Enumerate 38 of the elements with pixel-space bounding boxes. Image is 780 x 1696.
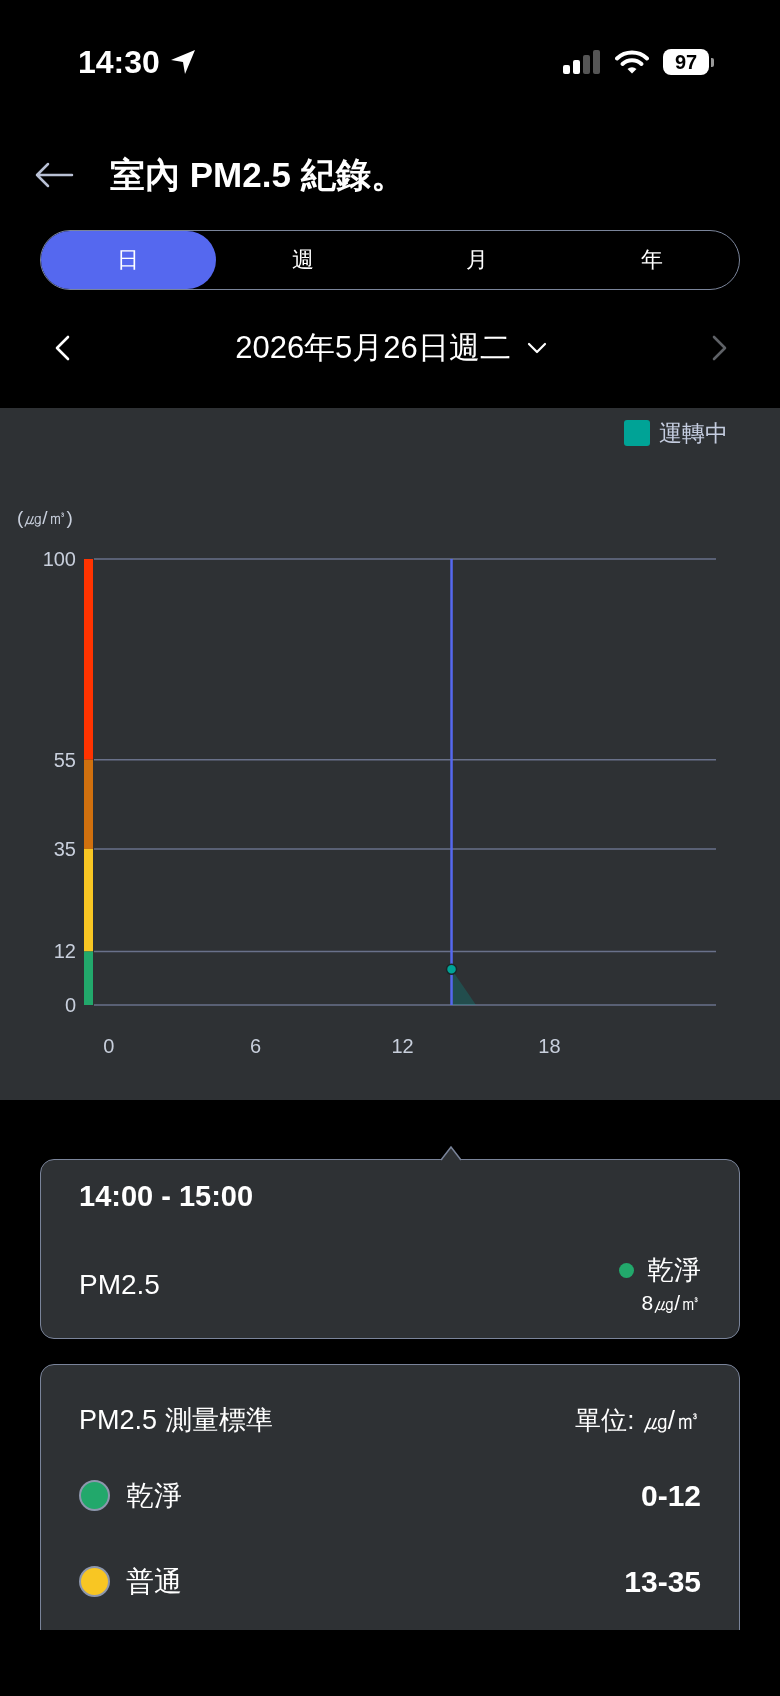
x-tick-label: 0 — [103, 1035, 115, 1057]
status-label: 乾淨 — [647, 1254, 701, 1286]
level-range: 13-35 — [624, 1564, 701, 1599]
reading-value: 8㎍/㎥ — [641, 1290, 701, 1316]
location-arrow-icon — [169, 49, 196, 75]
battery-indicator: 97 — [663, 49, 714, 75]
period-tab[interactable]: 年 — [564, 231, 739, 289]
unit-label: 單位: ㎍/㎥ — [575, 1403, 701, 1437]
cellular-signal-icon — [563, 50, 601, 74]
period-tab[interactable]: 月 — [390, 231, 565, 289]
data-point — [445, 963, 458, 976]
y-tick-label: 55 — [53, 748, 76, 771]
legend-label: 運轉中 — [659, 418, 728, 448]
page-title: 室內 PM2.5 紀錄。 — [110, 153, 406, 196]
date-picker[interactable]: 2026年5月26日週二 — [235, 327, 547, 369]
back-button[interactable] — [34, 162, 74, 188]
chevron-left-icon — [54, 335, 70, 361]
level-range: 0-12 — [640, 1478, 701, 1513]
level-label: 乾淨 — [126, 1478, 183, 1513]
chevron-down-icon — [526, 342, 547, 354]
y-tick-label: 100 — [42, 548, 76, 570]
status-time: 14:30 — [78, 43, 160, 81]
y-axis-unit-label: (㎍/㎥) — [17, 507, 73, 528]
wifi-icon — [615, 50, 649, 74]
arrow-left-icon — [34, 162, 74, 188]
period-tab[interactable]: 週 — [215, 231, 390, 289]
x-tick-label: 18 — [538, 1035, 561, 1057]
metric-label: PM2.5 — [79, 1268, 160, 1302]
time-range-label: 14:00 - 15:00 — [79, 1180, 255, 1212]
y-tick-label: 0 — [64, 994, 76, 1016]
y-tick-label: 35 — [53, 837, 76, 860]
level-label: 普通 — [126, 1564, 183, 1599]
x-tick-label: 12 — [391, 1035, 414, 1057]
period-tab[interactable]: 日 — [41, 231, 216, 289]
chevron-right-icon — [712, 335, 728, 361]
y-tick-label: 12 — [53, 940, 76, 963]
standards-title: PM2.5 測量標準 — [79, 1403, 273, 1437]
x-tick-label: 6 — [250, 1035, 262, 1057]
